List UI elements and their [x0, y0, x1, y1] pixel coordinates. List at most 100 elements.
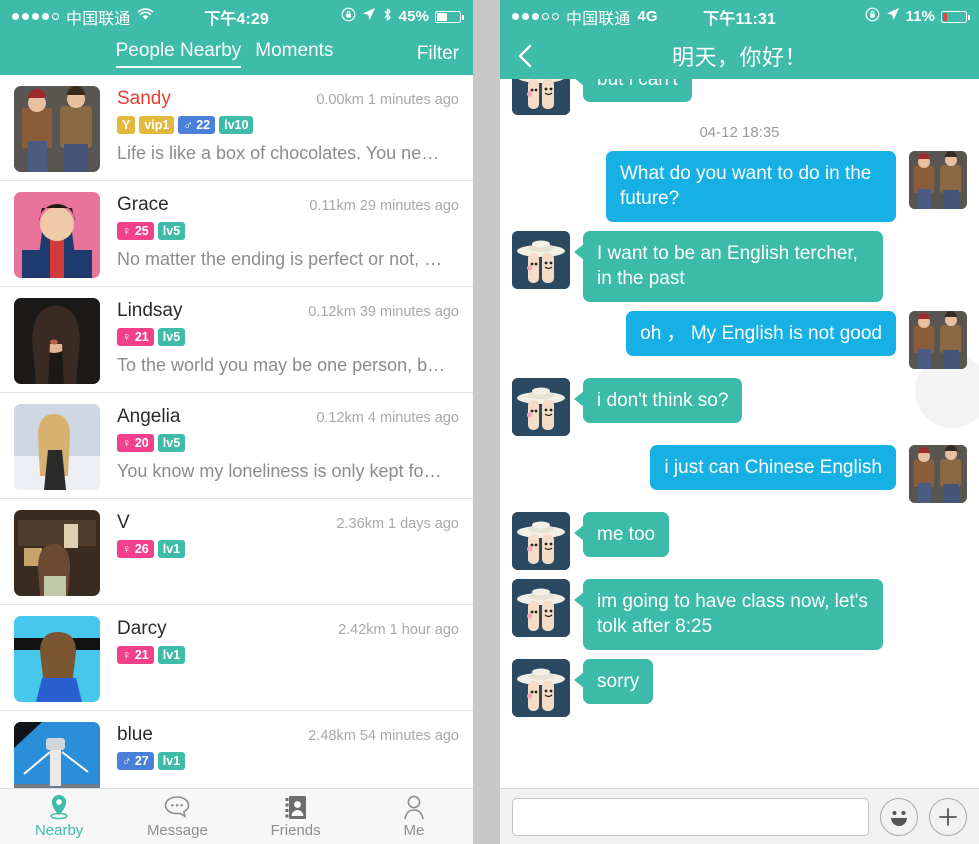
tabbar-item-nearby[interactable]: Nearby	[0, 794, 118, 839]
page-title: 明天，你好！	[671, 45, 807, 70]
tabbar-item-me[interactable]: Me	[355, 794, 473, 839]
signal-strength-dots	[512, 13, 559, 20]
avatar[interactable]	[512, 230, 570, 289]
person-name: Sandy	[117, 88, 171, 109]
battery-percent-label: 45%	[398, 8, 429, 25]
avatar[interactable]	[14, 616, 100, 702]
avatar[interactable]	[512, 377, 570, 436]
list-item-header: Sandy 0.00km 1 minutes ago	[117, 88, 459, 110]
list-item-info: Lindsay 0.12km 39 minutes ago ♀ 21 lv5 T…	[100, 298, 459, 392]
avatar[interactable]	[14, 404, 100, 490]
person-name: Angelia	[117, 406, 181, 427]
avatar[interactable]	[14, 510, 100, 596]
status-badge: ♀ 21	[117, 328, 154, 346]
chat-message-incoming: me too	[512, 511, 967, 570]
chat-bubble: I want to be an English tercher, in the …	[574, 230, 883, 302]
add-attachment-button[interactable]	[929, 797, 967, 836]
avatar[interactable]	[909, 444, 967, 503]
list-item[interactable]: Darcy 2.42km 1 hour ago ♀ 21 lv1	[0, 605, 473, 711]
chat-bubble: but i can't	[574, 79, 692, 103]
list-item-header: V 2.36km 1 days ago	[117, 512, 459, 534]
status-badge: ♂ 27	[117, 752, 154, 770]
avatar[interactable]	[909, 151, 967, 209]
status-bar-left: 中国联通	[12, 5, 154, 29]
list-item[interactable]: Grace 0.11km 29 minutes ago ♀ 25 lv5 No …	[0, 181, 473, 287]
chat-message-incoming: I want to be an English tercher, in the …	[512, 230, 967, 302]
status-badge: ♀ 20	[117, 434, 154, 452]
person-meta: 2.42km 1 hour ago	[338, 622, 459, 638]
chat-message-incoming: but i can't	[512, 79, 967, 115]
list-item-info: V 2.36km 1 days ago ♀ 26 lv1	[100, 510, 459, 604]
screen-divider	[473, 0, 500, 844]
left-phone-screen: 中国联通 下午4:29 45% People Nearby Moments Fi…	[0, 0, 473, 844]
chat-message-incoming: i don't think so?	[512, 377, 967, 436]
tabbar-label: Message	[146, 822, 208, 839]
avatar[interactable]	[512, 578, 570, 637]
chat-bubble: What do you want to do in the future?	[606, 151, 896, 222]
avatar[interactable]	[512, 658, 570, 717]
right-status-bar: 中国联通 4G 下午11:31 11%	[500, 0, 979, 33]
tabbar-item-friends[interactable]: Friends	[237, 794, 355, 839]
tab-people-nearby[interactable]: People Nearby	[115, 40, 241, 68]
list-item[interactable]: blue 2.48km 54 minutes ago ♂ 27 lv1	[0, 711, 473, 788]
list-item[interactable]: Lindsay 0.12km 39 minutes ago ♀ 21 lv5 T…	[0, 287, 473, 393]
status-badge: lv5	[157, 328, 186, 346]
status-bar-right: 11%	[865, 7, 971, 27]
status-badge: vip1	[139, 116, 175, 134]
badge-group: Y vip1 ♂ 22 lv10	[117, 116, 459, 134]
nav-tab-group: People Nearby Moments	[115, 40, 333, 68]
tabbar-label: Friends	[270, 822, 321, 839]
right-phone-screen: 中国联通 4G 下午11:31 11% 明天，你好！ but i can't 0…	[500, 0, 979, 844]
tabbar-label: Me	[403, 822, 425, 839]
status-badge: ♀ 21	[117, 646, 154, 664]
dual-phone-screenshot: 中国联通 下午4:29 45% People Nearby Moments Fi…	[0, 0, 979, 844]
avatar[interactable]	[14, 192, 100, 278]
list-item[interactable]: Sandy 0.00km 1 minutes ago Y vip1 ♂ 22 l…	[0, 75, 473, 181]
list-item-info: Angelia 0.12km 4 minutes ago ♀ 20 lv5 Yo…	[100, 404, 459, 498]
location-arrow-icon	[362, 7, 376, 26]
badge-group: ♀ 21 lv1	[117, 646, 459, 664]
avatar[interactable]	[14, 722, 100, 788]
person-meta: 2.36km 1 days ago	[336, 516, 459, 532]
chat-bubble: i don't think so?	[573, 377, 743, 424]
person-signature: Life is like a box of chocolates. You ne…	[117, 142, 440, 163]
chat-bubble: me too	[573, 511, 670, 558]
status-bar-left: 中国联通 4G	[512, 5, 658, 29]
list-item-header: Angelia 0.12km 4 minutes ago	[117, 406, 459, 428]
list-item-info: Sandy 0.00km 1 minutes ago Y vip1 ♂ 22 l…	[100, 86, 459, 180]
chat-message-list[interactable]: but i can't 04-12 18:35 What do you want…	[500, 79, 979, 788]
right-nav-bar: 明天，你好！	[500, 33, 979, 79]
bottom-tab-bar: Nearby Message Friends Me	[0, 788, 473, 844]
status-badge: lv5	[157, 222, 186, 240]
list-item[interactable]: Angelia 0.12km 4 minutes ago ♀ 20 lv5 Yo…	[0, 393, 473, 499]
back-button[interactable]	[514, 43, 538, 69]
chat-bubble: oh ， My English is not good	[626, 310, 896, 357]
chat-bubble-icon	[118, 794, 236, 820]
carrier-label: 中国联通	[66, 10, 131, 28]
tabbar-item-message[interactable]: Message	[118, 794, 236, 839]
left-nav-bar: People Nearby Moments Filter	[0, 33, 473, 75]
people-nearby-list[interactable]: Sandy 0.00km 1 minutes ago Y vip1 ♂ 22 l…	[0, 75, 473, 788]
avatar[interactable]	[14, 298, 100, 384]
status-bar-right: 45%	[341, 7, 465, 27]
emoji-button[interactable]	[880, 797, 918, 836]
chat-bubble: i just can Chinese English	[650, 444, 896, 491]
chat-message-outgoing: i just can Chinese English	[512, 444, 967, 503]
badge-group: ♀ 25 lv5	[117, 222, 459, 240]
avatar[interactable]	[512, 511, 570, 570]
message-input[interactable]	[512, 797, 869, 836]
chat-timestamp: 04-12 18:35	[699, 124, 780, 141]
rotation-lock-icon	[865, 7, 880, 27]
filter-button[interactable]: Filter	[417, 43, 459, 65]
chat-bubble: im going to have class now, let's tolk a…	[574, 578, 883, 650]
status-badge: ♀ 26	[117, 540, 154, 558]
person-name: blue	[117, 724, 153, 745]
tab-moments[interactable]: Moments	[255, 40, 333, 68]
rotation-lock-icon	[341, 7, 356, 27]
carrier-label: 中国联通	[566, 10, 631, 28]
badge-group: ♀ 21 lv5	[117, 328, 459, 346]
avatar[interactable]	[14, 86, 100, 172]
avatar[interactable]	[512, 79, 570, 115]
avatar[interactable]	[909, 310, 967, 369]
list-item[interactable]: V 2.36km 1 days ago ♀ 26 lv1	[0, 499, 473, 605]
